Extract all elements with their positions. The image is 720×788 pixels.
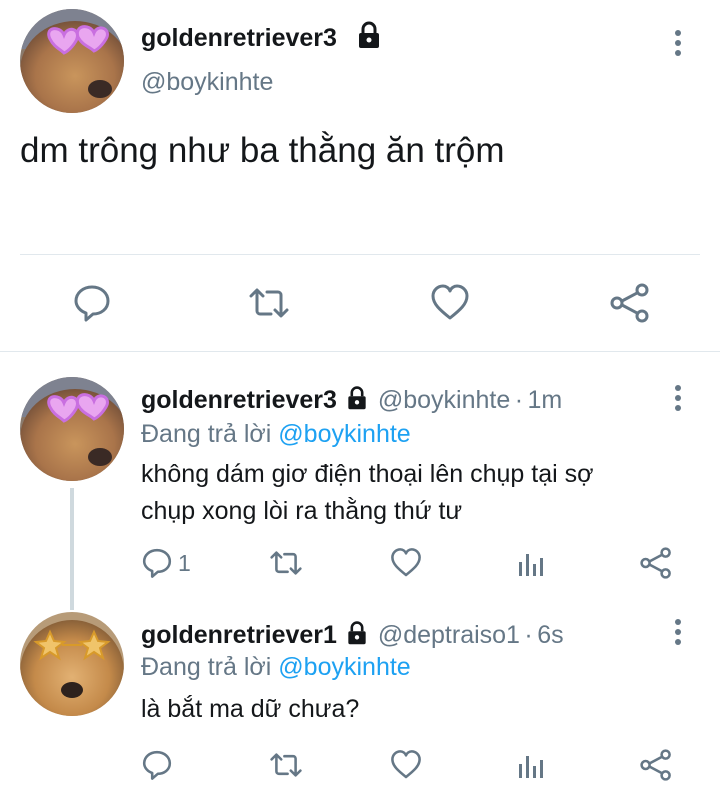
share-icon[interactable] — [610, 283, 650, 323]
divider — [0, 351, 720, 352]
tweet-text: dm trông như ba thằng ăn trộm — [20, 131, 505, 170]
separator: · — [524, 621, 533, 649]
handle[interactable]: @deptraiso1 — [378, 621, 520, 649]
thread-line — [70, 488, 74, 610]
timestamp[interactable]: 6s — [537, 621, 563, 649]
lock-icon — [345, 385, 369, 411]
tweet-text-line: không dám giơ điện thoại lên chụp tại sợ — [141, 460, 594, 488]
share-icon[interactable] — [640, 749, 672, 781]
avatar[interactable] — [20, 377, 124, 481]
more-vertical-icon[interactable] — [668, 383, 688, 413]
divider — [20, 254, 700, 255]
tweet-text: là bắt ma dữ chưa? — [141, 691, 359, 728]
timestamp[interactable]: 1m — [527, 386, 562, 414]
lock-icon — [345, 620, 369, 646]
handle[interactable]: @boykinhte — [378, 386, 510, 414]
display-name[interactable]: goldenretriever1 — [141, 621, 337, 649]
handle[interactable]: @boykinhte — [141, 68, 273, 97]
heart-icon[interactable] — [430, 283, 470, 323]
more-vertical-icon[interactable] — [668, 28, 688, 58]
replying-to-link[interactable]: @boykinhte — [278, 653, 410, 681]
tweet-text-line: là bắt ma dữ chưa? — [141, 695, 360, 723]
tweet-text: không dám giơ điện thoại lên chụp tại sợ… — [141, 456, 594, 530]
retweet-icon[interactable] — [268, 749, 304, 781]
lock-icon — [356, 20, 382, 50]
reply-icon[interactable] — [141, 547, 173, 579]
replying-to: Đang trả lời @boykinhte — [141, 420, 411, 449]
dog-avatar-image — [20, 377, 124, 481]
dog-avatar-image — [20, 9, 124, 113]
dog-avatar-image — [20, 612, 124, 716]
display-name[interactable]: goldenretriever3 — [141, 386, 337, 414]
replying-label: Đang trả lời — [141, 653, 272, 681]
avatar[interactable] — [20, 9, 124, 113]
heart-icon[interactable] — [390, 547, 422, 579]
tweet-text-line: chụp xong lòi ra thằng thứ tư — [141, 497, 463, 525]
retweet-icon[interactable] — [247, 283, 291, 323]
analytics-icon[interactable] — [517, 750, 545, 780]
analytics-icon[interactable] — [517, 548, 545, 578]
reply-header: goldenretriever3 @boykinhte · 1m — [141, 385, 562, 415]
replying-label: Đang trả lời — [141, 420, 272, 448]
retweet-icon[interactable] — [268, 547, 304, 579]
reply-icon[interactable] — [72, 283, 112, 323]
reply-header: goldenretriever1 @deptraiso1 · 6s — [141, 620, 564, 650]
display-name[interactable]: goldenretriever3 — [141, 24, 337, 53]
avatar[interactable] — [20, 612, 124, 716]
more-vertical-icon[interactable] — [668, 617, 688, 647]
reply-icon[interactable] — [141, 749, 173, 781]
heart-icon[interactable] — [390, 749, 422, 781]
separator: · — [514, 386, 524, 414]
replying-to: Đang trả lời @boykinhte — [141, 653, 411, 682]
reply-count: 1 — [178, 550, 191, 576]
share-icon[interactable] — [640, 547, 672, 579]
replying-to-link[interactable]: @boykinhte — [278, 420, 410, 448]
